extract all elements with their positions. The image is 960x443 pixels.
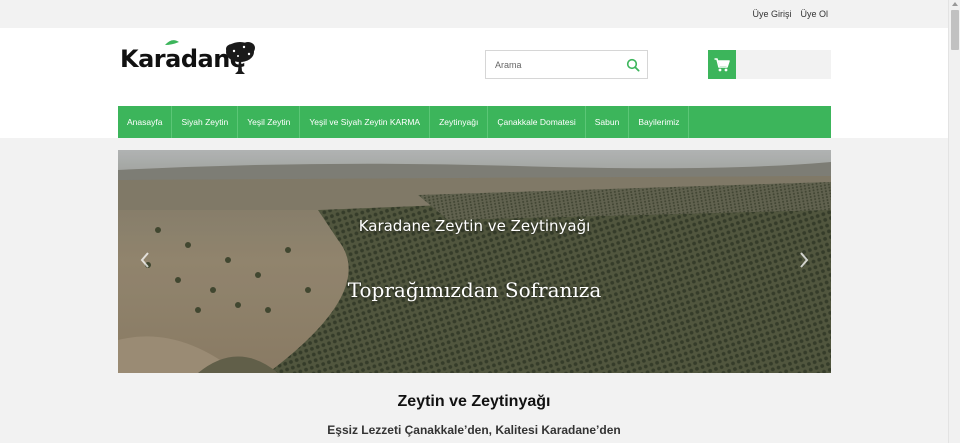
register-link[interactable]: Üye Ol xyxy=(800,9,828,19)
slide-title: Karadane Zeytin ve Zeytinyağı xyxy=(358,217,591,235)
cart-widget xyxy=(708,50,831,79)
chevron-left-icon[interactable] xyxy=(138,250,152,270)
login-link[interactable]: Üye Girişi xyxy=(752,9,791,19)
nav-item-anasayfa[interactable]: Anasayfa xyxy=(118,106,173,138)
section-title: Zeytin ve Zeytinyağı xyxy=(397,393,551,410)
nav-item-bayilerimiz[interactable]: Bayilerimiz xyxy=(629,106,690,138)
search-icon[interactable] xyxy=(626,58,640,72)
slide-subtitle: Toprağımızdan Sofranıza xyxy=(347,278,602,302)
shopping-cart-icon xyxy=(714,57,730,71)
nav-item-zeytinyagi[interactable]: Zeytinyağı xyxy=(430,106,489,138)
nav-item-canakkale-domatesi[interactable]: Çanakkale Domatesi xyxy=(488,106,586,138)
scrollbar-thumb[interactable] xyxy=(951,10,959,50)
hero-image xyxy=(118,150,831,373)
section-subtitle: Eşsiz Lezzeti Çanakkale’den, Kalitesi Ka… xyxy=(327,423,621,437)
main-navigation: Anasayfa Siyah Zeytin Yeşil Zeytin Yeşil… xyxy=(118,106,831,138)
page-scrollbar[interactable] xyxy=(948,0,960,443)
scroll-up-arrow-icon[interactable] xyxy=(952,2,958,6)
top-bar: Üye Girişi Üye Ol xyxy=(0,0,948,28)
olive-tree-icon xyxy=(226,42,255,74)
nav-item-karma[interactable]: Yeşil ve Siyah Zeytin KARMA xyxy=(300,106,431,138)
cart-button[interactable] xyxy=(708,50,736,79)
hero-slider: Karadane Zeytin ve Zeytinyağı Toprağımız… xyxy=(118,150,831,373)
nav-item-sabun[interactable]: Sabun xyxy=(586,106,630,138)
site-logo[interactable]: Karadane xyxy=(120,40,260,77)
account-links: Üye Girişi Üye Ol xyxy=(752,9,828,19)
search-box xyxy=(485,50,648,79)
chevron-right-icon[interactable] xyxy=(797,250,811,270)
leaf-icon xyxy=(165,40,179,45)
nav-item-yesil-zeytin[interactable]: Yeşil Zeytin xyxy=(238,106,301,138)
search-input[interactable] xyxy=(495,58,615,72)
nav-item-siyah-zeytin[interactable]: Siyah Zeytin xyxy=(172,106,239,138)
